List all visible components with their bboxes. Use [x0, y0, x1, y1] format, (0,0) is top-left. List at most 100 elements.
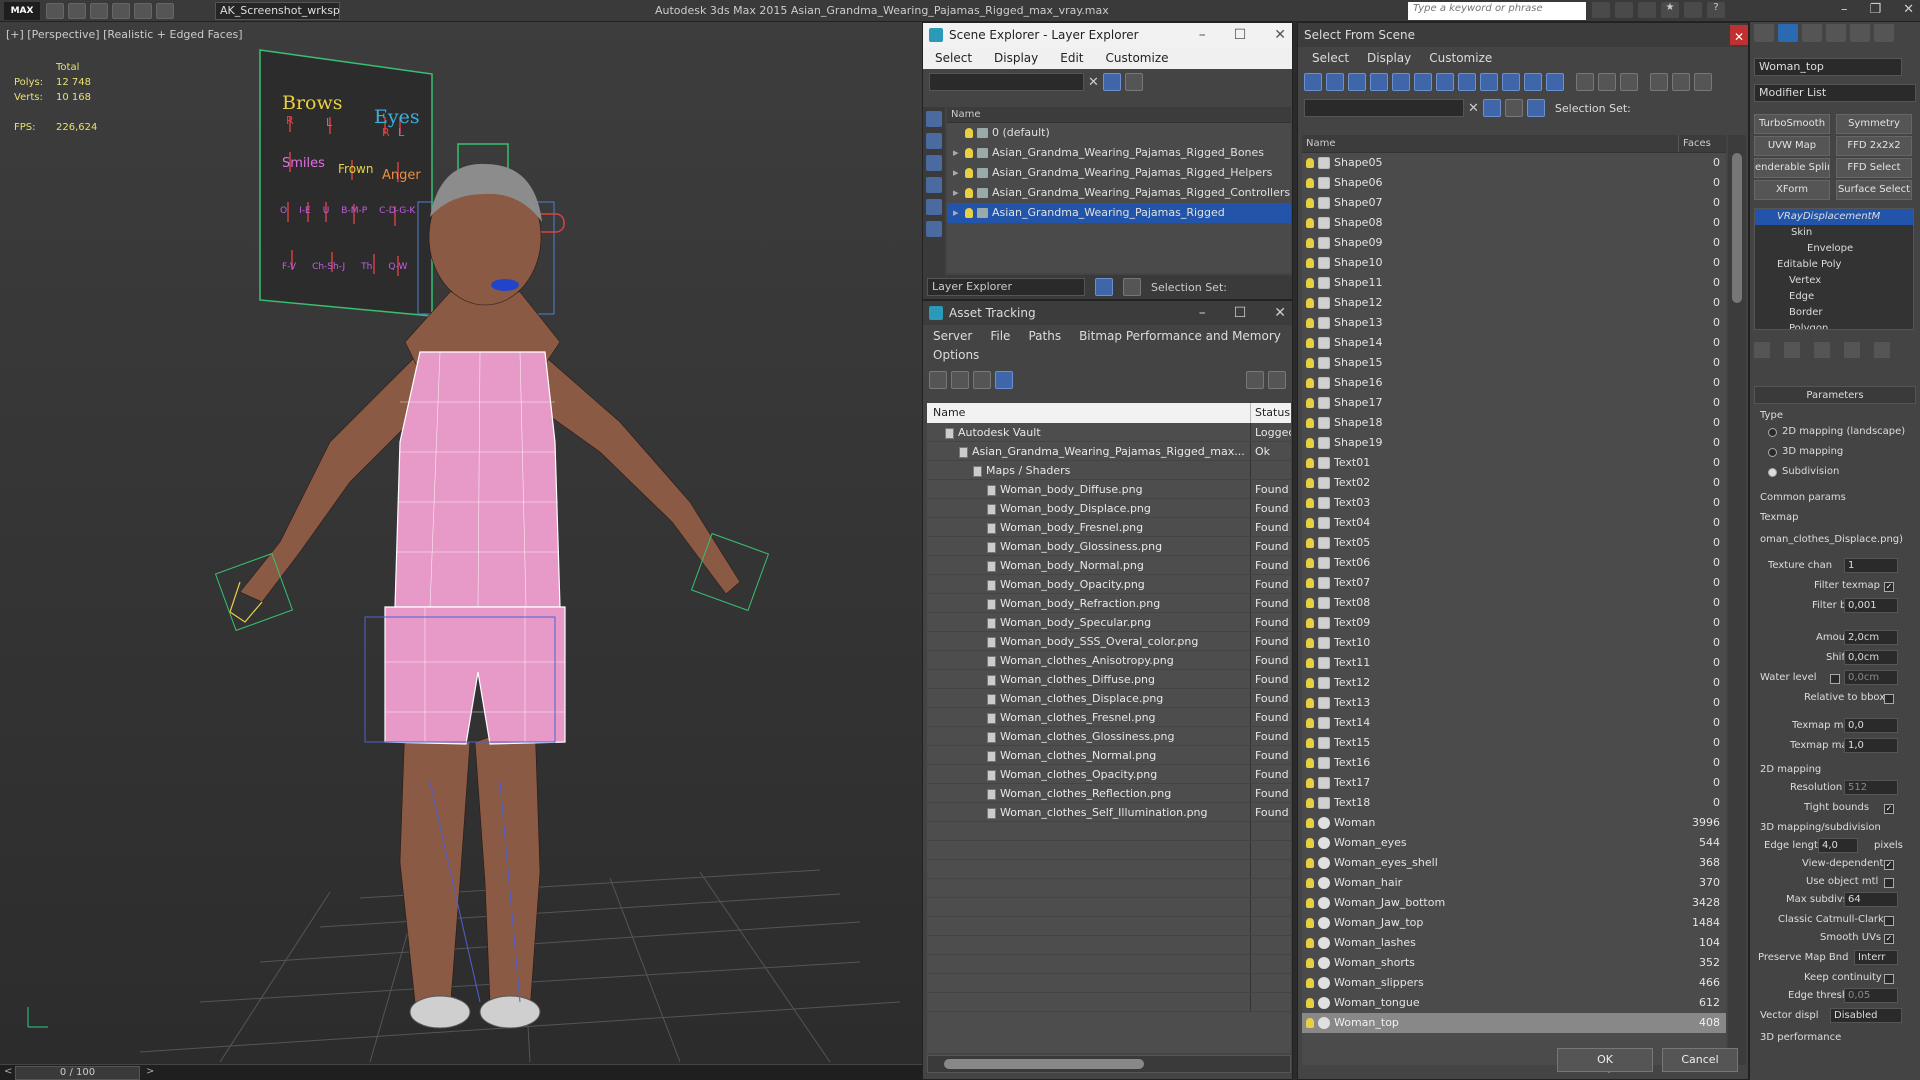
layer-row[interactable]: ▸ Asian_Grandma_Wearing_Pajamas_Rigged_Bo… — [947, 143, 1291, 163]
visibility-bulb-icon[interactable] — [1306, 538, 1314, 548]
create-tab-icon[interactable] — [1754, 24, 1774, 42]
select-all-icon[interactable] — [1576, 73, 1594, 91]
asset-horizontal-scrollbar[interactable] — [927, 1055, 1291, 1073]
display-helpers-icon[interactable] — [926, 199, 942, 215]
asset-row[interactable]: Woman_body_Glossiness.png Found — [927, 537, 1291, 556]
object-row[interactable]: Woman 3996 — [1302, 813, 1726, 833]
object-row[interactable]: Shape09 0 — [1302, 233, 1726, 253]
object-col-faces[interactable]: Faces — [1678, 135, 1726, 152]
subdivision-radio[interactable] — [1768, 468, 1777, 477]
stack-edge[interactable]: Edge — [1755, 289, 1913, 305]
visibility-bulb-icon[interactable] — [1306, 318, 1314, 328]
menu-display[interactable]: Display — [1367, 47, 1411, 69]
object-row[interactable]: Woman_eyes_shell 368 — [1302, 853, 1726, 873]
ffd-select-button[interactable]: FFD Select — [1836, 158, 1912, 178]
asset-row[interactable]: Woman_clothes_Self_Illumination.png Found — [927, 803, 1291, 822]
select-search-input[interactable] — [1304, 99, 1464, 117]
layer-visibility-icon[interactable] — [965, 148, 973, 158]
filter-groups-icon[interactable] — [1436, 73, 1454, 91]
texmap-min-spinner[interactable]: 0,0 — [1844, 718, 1898, 733]
filter-helpers-icon[interactable] — [1392, 73, 1410, 91]
settings-icon[interactable] — [1268, 371, 1286, 389]
visibility-bulb-icon[interactable] — [1306, 518, 1314, 528]
visibility-bulb-icon[interactable] — [1306, 158, 1314, 168]
object-row[interactable]: Woman_eyes 544 — [1302, 833, 1726, 853]
visibility-bulb-icon[interactable] — [1306, 478, 1314, 488]
display-lights-icon[interactable] — [926, 155, 942, 171]
filter-geometry-icon[interactable] — [1304, 73, 1322, 91]
menu-options[interactable]: Options — [933, 347, 979, 365]
clear-search-icon[interactable]: ✕ — [1468, 101, 1479, 116]
visibility-bulb-icon[interactable] — [1306, 658, 1314, 668]
key-icon[interactable] — [1615, 2, 1633, 18]
help-icon[interactable] — [1246, 371, 1264, 389]
visibility-bulb-icon[interactable] — [1306, 878, 1314, 888]
minimize-icon[interactable]: – — [1841, 2, 1848, 17]
object-row[interactable]: Woman_lashes 104 — [1302, 933, 1726, 953]
filter-xrefs-icon[interactable] — [1458, 73, 1476, 91]
filter-bones-icon[interactable] — [1480, 73, 1498, 91]
display-cameras-icon[interactable] — [926, 177, 942, 193]
relative-bbox-checkbox[interactable] — [1884, 694, 1894, 704]
object-row[interactable]: Shape12 0 — [1302, 293, 1726, 313]
visibility-bulb-icon[interactable] — [1306, 238, 1314, 248]
asset-row[interactable]: Woman_body_Opacity.png Found — [927, 575, 1291, 594]
perspective-viewport[interactable]: [+] [Perspective] [Realistic + Edged Fac… — [0, 22, 922, 1064]
stack-skin[interactable]: Skin — [1755, 225, 1913, 241]
object-row[interactable]: Woman_Jaw_bottom 3428 — [1302, 893, 1726, 913]
asset-col-status[interactable]: Status — [1251, 403, 1291, 423]
asset-row[interactable]: Woman_clothes_Anisotropy.png Found — [927, 651, 1291, 670]
object-row[interactable]: Woman_Jaw_top 1484 — [1302, 913, 1726, 933]
map3d-radio[interactable] — [1768, 448, 1777, 457]
visibility-bulb-icon[interactable] — [1306, 958, 1314, 968]
visibility-bulb-icon[interactable] — [1306, 558, 1314, 568]
scene-explorer-search[interactable] — [929, 73, 1084, 91]
visibility-bulb-icon[interactable] — [1306, 778, 1314, 788]
layer-visibility-icon[interactable] — [965, 208, 973, 218]
object-row[interactable]: Shape07 0 — [1302, 193, 1726, 213]
filter-icon[interactable] — [1102, 73, 1121, 91]
time-slider[interactable]: 0 / 100 — [15, 1066, 140, 1080]
object-row[interactable]: Text09 0 — [1302, 613, 1726, 633]
layer-row[interactable]: 0 (default) — [947, 123, 1291, 143]
shift-spinner[interactable]: 0,0cm — [1844, 650, 1898, 665]
asset-tracking-titlebar[interactable]: Asset Tracking – ☐ ✕ — [923, 301, 1292, 325]
select-from-scene-titlebar[interactable]: Select From Scene ✕ — [1298, 23, 1748, 47]
parameters-header[interactable]: Parameters — [1754, 386, 1916, 404]
edge-thresh-spinner[interactable]: 0,05 — [1844, 988, 1898, 1003]
menu-server[interactable]: Server — [933, 325, 972, 347]
object-row[interactable]: Woman_shorts 352 — [1302, 953, 1726, 973]
visibility-bulb-icon[interactable] — [1306, 758, 1314, 768]
list-view-icon[interactable] — [951, 371, 969, 389]
exchange-icon[interactable] — [1684, 2, 1702, 18]
layer-manager-icon[interactable] — [1095, 278, 1113, 296]
uvw-map-button[interactable]: UVW Map — [1754, 136, 1830, 156]
pin-stack-icon[interactable] — [1754, 342, 1770, 358]
keep-continuity-checkbox[interactable] — [1884, 974, 1894, 984]
turbosmooth-button[interactable]: TurboSmooth — [1754, 114, 1830, 134]
time-prev-icon[interactable]: < — [4, 1066, 12, 1077]
layer-visibility-icon[interactable] — [965, 188, 973, 198]
table-view-icon[interactable] — [995, 371, 1013, 389]
close-icon[interactable]: ✕ — [1903, 2, 1914, 17]
layer-row[interactable]: ▸ Asian_Grandma_Wearing_Pajamas_Rigged — [947, 203, 1291, 223]
visibility-bulb-icon[interactable] — [1306, 218, 1314, 228]
object-row[interactable]: Woman_top 408 — [1302, 1013, 1726, 1033]
hierarchy-tab-icon[interactable] — [1802, 24, 1822, 42]
stack-polygon[interactable]: Polygon — [1755, 321, 1913, 329]
app-logo[interactable]: MAX — [4, 2, 40, 20]
object-row[interactable]: Shape16 0 — [1302, 373, 1726, 393]
scene-explorer-titlebar[interactable]: Scene Explorer - Layer Explorer – ☐ ✕ — [923, 23, 1292, 47]
smooth-uvs-checkbox[interactable]: ✓ — [1884, 934, 1894, 944]
facial-control-board[interactable] — [259, 49, 433, 317]
asset-row[interactable]: Woman_clothes_Normal.png Found — [927, 746, 1291, 765]
water-level-checkbox[interactable] — [1830, 674, 1840, 684]
display-tab-icon[interactable] — [1850, 24, 1870, 42]
object-row[interactable]: Shape06 0 — [1302, 173, 1726, 193]
filter-cameras-icon[interactable] — [1370, 73, 1388, 91]
visibility-bulb-icon[interactable] — [1306, 898, 1314, 908]
object-row[interactable]: Text03 0 — [1302, 493, 1726, 513]
object-row[interactable]: Text04 0 — [1302, 513, 1726, 533]
map2d-radio[interactable] — [1768, 428, 1777, 437]
filter-frozen-icon[interactable] — [1524, 73, 1542, 91]
